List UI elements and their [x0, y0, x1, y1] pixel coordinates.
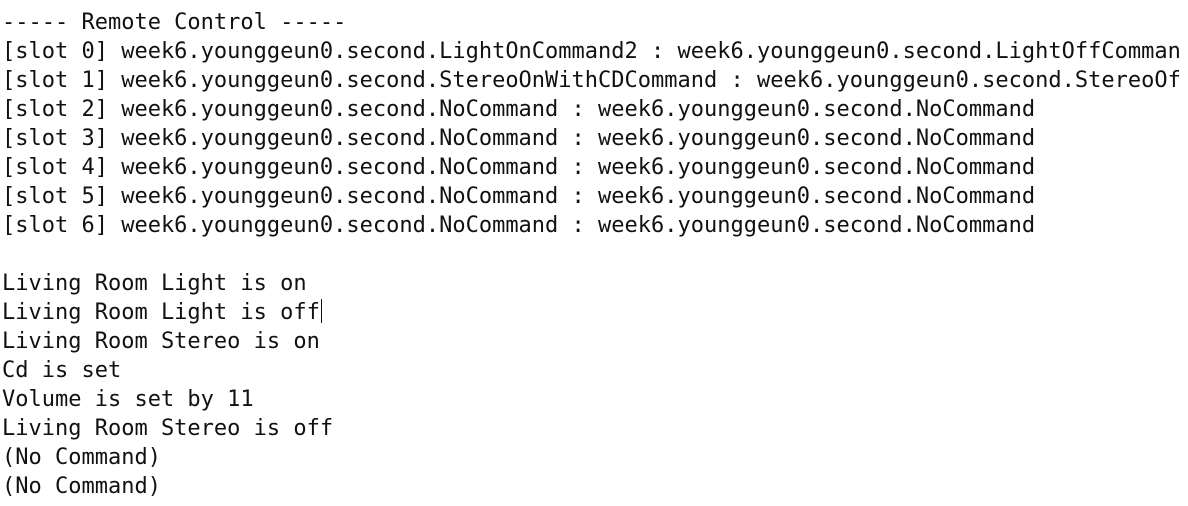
output-line: Living Room Stereo is off [2, 416, 334, 441]
slot-line: [slot 5] week6.younggeun0.second.NoComma… [2, 184, 1036, 209]
output-line: Cd is set [2, 358, 122, 383]
slot-line: [slot 4] week6.younggeun0.second.NoComma… [2, 155, 1036, 180]
output-line-with-caret: Living Room Light is off [2, 298, 1182, 327]
slot-line: [slot 6] week6.younggeun0.second.NoComma… [2, 213, 1036, 238]
output-line: (No Command) [2, 445, 161, 470]
slot-line: [slot 3] week6.younggeun0.second.NoComma… [2, 126, 1036, 151]
output-line: (No Command) [2, 474, 161, 499]
output-line: Living Room Light is on [2, 271, 307, 296]
slot-line: [slot 1] week6.younggeun0.second.StereoO… [2, 68, 1182, 93]
remote-control-header: ----- Remote Control ----- [2, 10, 347, 35]
text-cursor [320, 299, 322, 323]
output-line: Volume is set by 11 [2, 387, 254, 412]
slot-line: [slot 2] week6.younggeun0.second.NoComma… [2, 97, 1036, 122]
slot-line: [slot 0] week6.younggeun0.second.LightOn… [2, 39, 1182, 64]
console-output[interactable]: ----- Remote Control ----- [slot 0] week… [2, 8, 1182, 501]
output-line: Living Room Stereo is on [2, 329, 320, 354]
output-line-text: Living Room Light is off [2, 300, 320, 325]
